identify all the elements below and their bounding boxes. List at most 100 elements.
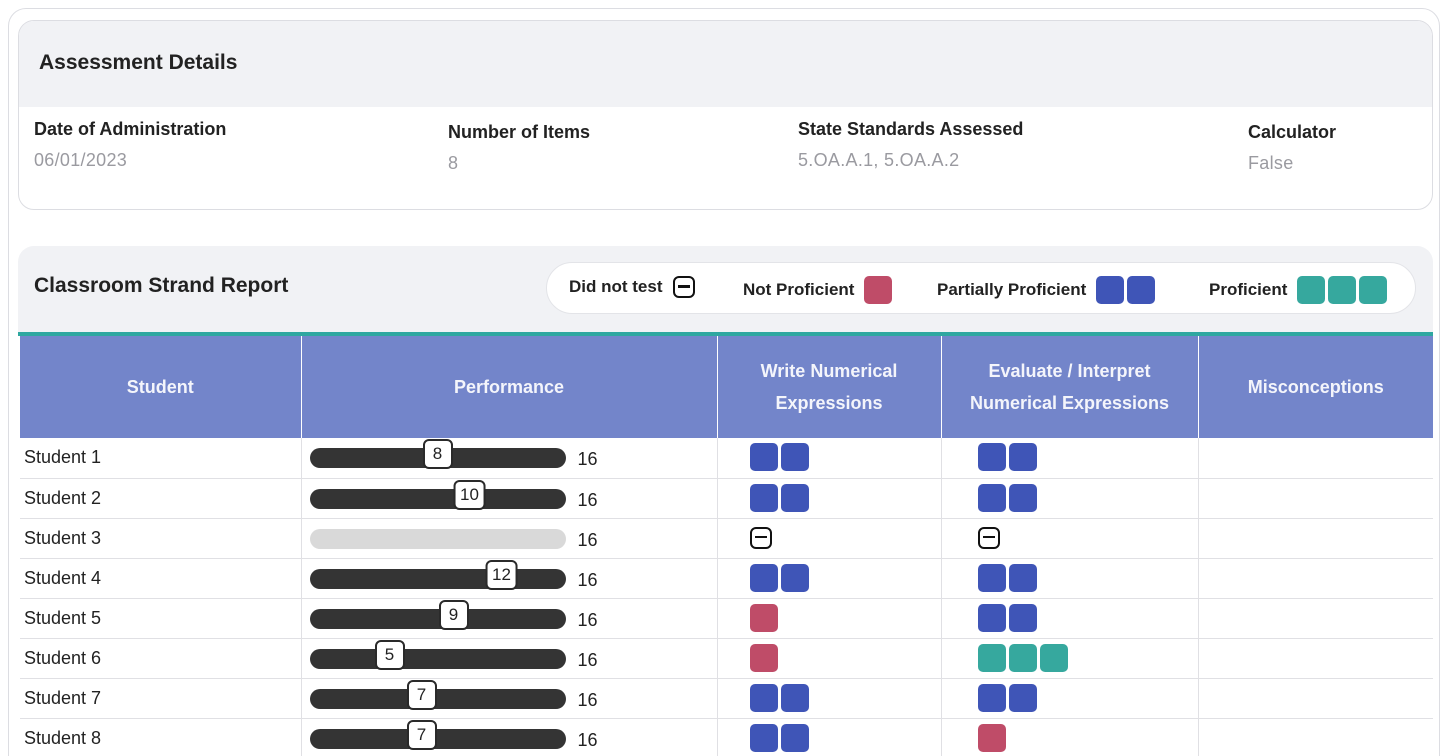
legend-did-not-test: Did not test: [569, 276, 695, 298]
did-not-test-icon: [749, 526, 772, 549]
misconceptions-cell: [1198, 718, 1433, 756]
table-row[interactable]: Student 2 10 16: [20, 478, 1433, 519]
partially-proficient-block: [749, 563, 778, 592]
performance-bar: 7: [309, 679, 566, 710]
partially-proficient-block: [1008, 443, 1037, 471]
write-expressions-cell: [717, 438, 942, 479]
student-name[interactable]: Student 6: [20, 638, 302, 679]
proficient-block: [1008, 643, 1037, 672]
write-expressions-indicator: [749, 643, 778, 672]
number-of-items-field: Number of Items 8: [448, 122, 590, 174]
not-proficient-swatch: [864, 276, 893, 304]
evaluate-expressions-indicator: [977, 683, 1037, 712]
table-row[interactable]: Student 3 16: [20, 518, 1433, 559]
performance-cell: 9 16: [301, 598, 718, 639]
not-proficient-block: [749, 643, 778, 672]
partially-proficient-block: [749, 443, 778, 471]
misconceptions-cell: [1198, 638, 1433, 679]
state-standards-value: 5.OA.A.1, 5.OA.A.2: [798, 150, 960, 170]
evaluate-expressions-cell: [941, 718, 1199, 756]
performance-bar: 7: [309, 719, 566, 750]
max-score: 16: [577, 609, 598, 630]
column-header-student[interactable]: Student: [20, 336, 302, 438]
number-of-items-value: 8: [448, 153, 459, 173]
evaluate-expressions-indicator: [977, 643, 1068, 672]
partially-proficient-block: [780, 723, 809, 752]
student-name[interactable]: Student 2: [20, 478, 302, 519]
evaluate-expressions-cell: [941, 598, 1199, 639]
misconceptions-cell: [1198, 598, 1433, 639]
assessment-details-header: Assessment Details: [19, 21, 1432, 107]
partially-proficient-block: [977, 683, 1006, 712]
column-header-write-numerical-expressions[interactable]: Write Numerical Expressions: [717, 336, 942, 438]
date-of-administration-label: Date of Administration: [34, 119, 227, 139]
evaluate-expressions-cell: [941, 678, 1199, 719]
performance-bar: 8: [309, 439, 566, 469]
performance-cell: 8 16: [301, 438, 718, 479]
misconceptions-cell: [1198, 518, 1433, 559]
column-header-misconceptions[interactable]: Misconceptions: [1198, 336, 1433, 438]
table-row[interactable]: Student 4 12 16: [20, 558, 1433, 599]
misconceptions-cell: [1198, 678, 1433, 719]
student-name[interactable]: Student 4: [20, 558, 302, 599]
legend-not-proficient-label: Not Proficient: [743, 280, 855, 299]
student-name[interactable]: Student 3: [20, 518, 302, 559]
assessment-details-title: Assessment Details: [39, 51, 238, 74]
score-badge: 8: [422, 439, 453, 469]
table-row[interactable]: Student 1 8 16: [20, 438, 1433, 479]
max-score: 16: [577, 729, 598, 750]
table-row[interactable]: Student 8 7 16: [20, 718, 1433, 756]
assessment-details-card: Assessment Details Date of Administratio…: [18, 20, 1433, 210]
partially-proficient-swatch: [1096, 276, 1125, 304]
score-badge: 5: [374, 639, 405, 670]
legend-partially-proficient: Partially Proficient: [937, 276, 1156, 304]
performance-cell: 12 16: [301, 558, 718, 599]
evaluate-expressions-cell: [941, 518, 1199, 559]
column-header-performance[interactable]: Performance: [301, 336, 718, 438]
performance-cell: 5 16: [301, 638, 718, 679]
table-header-row: Student Performance Write Numerical Expr…: [20, 336, 1433, 438]
student-name[interactable]: Student 1: [20, 438, 302, 479]
calculator-field: Calculator False: [1248, 122, 1336, 174]
date-of-administration-value: 06/01/2023: [34, 150, 128, 170]
score-badge: 7: [406, 719, 437, 750]
partially-proficient-block: [977, 603, 1006, 632]
table-row[interactable]: Student 6 5 16: [20, 638, 1433, 679]
evaluate-expressions-indicator: [977, 483, 1037, 512]
evaluate-expressions-cell: [941, 638, 1199, 679]
proficient-swatch: [1328, 276, 1357, 304]
partially-proficient-block: [1008, 603, 1037, 632]
max-score: 16: [577, 689, 598, 710]
student-name[interactable]: Student 8: [20, 718, 302, 756]
proficient-block: [1039, 643, 1068, 672]
evaluate-expressions-indicator: [977, 723, 1006, 752]
strand-report-title: Classroom Strand Report: [34, 274, 289, 297]
number-of-items-label: Number of Items: [448, 122, 591, 142]
performance-bar: [309, 528, 566, 549]
legend-proficient-label: Proficient: [1209, 280, 1288, 299]
evaluate-expressions-indicator: [977, 563, 1037, 592]
column-header-evaluate-interpret[interactable]: Evaluate / Interpret Numerical Expressio…: [941, 336, 1199, 438]
write-expressions-indicator: [749, 683, 809, 712]
performance-bar: 12: [309, 559, 566, 590]
write-expressions-indicator: [749, 723, 809, 752]
performance-cell: 16: [301, 518, 718, 559]
table-row[interactable]: Student 7 7 16: [20, 678, 1433, 719]
student-name[interactable]: Student 5: [20, 598, 302, 639]
write-expressions-indicator: [749, 443, 809, 471]
partially-proficient-block: [749, 683, 778, 712]
max-score: 16: [577, 649, 598, 670]
partially-proficient-block: [780, 563, 809, 592]
score-badge: 9: [438, 599, 469, 630]
write-expressions-cell: [717, 478, 942, 519]
evaluate-expressions-cell: [941, 478, 1199, 519]
student-name[interactable]: Student 7: [20, 678, 302, 719]
table-row[interactable]: Student 5 9 16: [20, 598, 1433, 639]
calculator-label: Calculator: [1248, 122, 1337, 142]
partially-proficient-swatch: [1127, 276, 1156, 304]
performance-cell: 7 16: [301, 718, 718, 756]
evaluate-expressions-cell: [941, 438, 1199, 479]
strand-report-header: Classroom Strand Report Did not test Not…: [18, 246, 1433, 332]
state-standards-field: State Standards Assessed 5.OA.A.1, 5.OA.…: [798, 119, 1023, 171]
max-score: 16: [577, 569, 598, 590]
